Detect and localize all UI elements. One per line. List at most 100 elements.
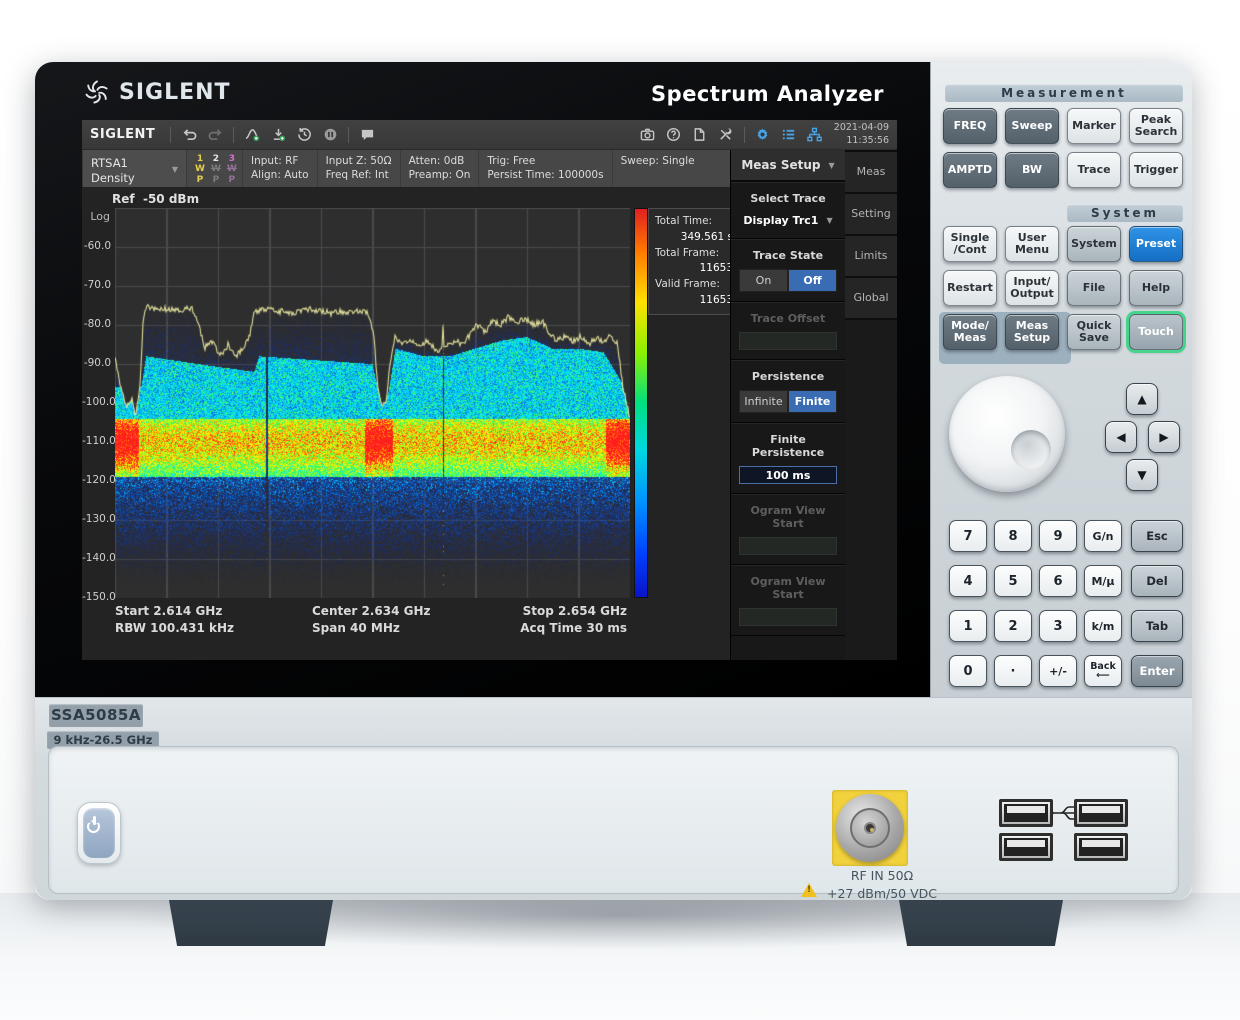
enter-key[interactable]: Enter <box>1131 655 1183 687</box>
del-key[interactable]: Del <box>1131 565 1183 597</box>
date-text: 2021-04-09 <box>834 122 889 134</box>
tab-limits[interactable]: Limits <box>845 236 897 276</box>
undo-icon[interactable] <box>176 125 202 145</box>
mode-meas-button[interactable]: Mode/ Meas <box>943 314 997 350</box>
key-5[interactable]: 5 <box>994 565 1032 597</box>
tools-icon[interactable] <box>713 125 739 145</box>
key-g-n[interactable]: G/n <box>1084 520 1122 552</box>
system-button[interactable]: System <box>1067 226 1121 262</box>
finite-persistence-label: Finite Persistence <box>737 429 839 463</box>
amptd-button[interactable]: AMPTD <box>943 152 997 188</box>
rotary-knob[interactable] <box>949 376 1065 492</box>
single-cont-button[interactable]: Single /Cont <box>943 226 997 262</box>
siglent-logo-text: SIGLENT <box>119 80 231 105</box>
preset-button[interactable]: Preset <box>1129 226 1183 262</box>
tab-global[interactable]: Global <box>845 278 897 318</box>
power-button-face <box>83 808 115 858</box>
add-trace-icon[interactable] <box>239 125 265 145</box>
lcd-screen: SIGLENT <box>82 120 897 660</box>
arrow-left-key[interactable]: ◀ <box>1105 421 1137 453</box>
touch-button[interactable]: Touch <box>1129 314 1183 350</box>
acq-time-value: Acq Time 30 ms <box>520 621 627 635</box>
chevron-down-icon: ▼ <box>829 161 835 170</box>
quick-save-button[interactable]: Quick Save <box>1067 314 1121 350</box>
help-icon[interactable] <box>661 125 687 145</box>
list-menu-icon[interactable] <box>776 125 802 145</box>
bw-button[interactable]: BW <box>1005 152 1059 188</box>
product-photo: SIGLENT Spectrum Analyzer SIGLENT <box>0 0 1240 1020</box>
menu-header[interactable]: Meas Setup▼ <box>731 150 845 182</box>
usb-port[interactable] <box>1074 799 1128 827</box>
key-2[interactable]: 2 <box>994 610 1032 642</box>
meas-setup-button[interactable]: Meas Setup <box>1005 314 1059 350</box>
key-m-u[interactable]: M/µ <box>1084 565 1122 597</box>
trigger-button[interactable]: Trigger <box>1129 152 1183 188</box>
add-marker-icon[interactable] <box>265 125 291 145</box>
arrow-right-key[interactable]: ▶ <box>1148 421 1180 453</box>
trace-offset-field <box>739 332 837 350</box>
backspace-key[interactable]: Back ⟵ <box>1084 655 1122 687</box>
finite-persistence-input[interactable]: 100 ms <box>739 466 837 484</box>
usb-port[interactable] <box>1074 833 1128 861</box>
key-4[interactable]: 4 <box>949 565 987 597</box>
persistence-infinite[interactable]: Infinite <box>739 390 788 413</box>
tab-meas[interactable]: Meas <box>845 152 897 192</box>
tab-key[interactable]: Tab <box>1131 610 1183 642</box>
input-output-button[interactable]: Input/ Output <box>1005 270 1059 306</box>
history-icon[interactable] <box>291 125 317 145</box>
camera-icon[interactable] <box>635 125 661 145</box>
message-icon[interactable] <box>354 125 380 145</box>
trace-indicators[interactable]: 1 W P 2 W P 3 W P <box>186 150 242 187</box>
usb-port[interactable] <box>999 833 1053 861</box>
power-button[interactable] <box>77 802 121 864</box>
select-trace-dropdown[interactable]: Display Trc1▼ <box>737 209 839 232</box>
settings-gear-icon[interactable] <box>750 125 776 145</box>
status-field-sweep: Sweep: Single <box>612 150 730 187</box>
mode-selector[interactable]: RTSA1 Density ▼ <box>82 150 186 187</box>
redo-icon[interactable] <box>202 125 228 145</box>
restart-button[interactable]: Restart <box>943 270 997 306</box>
trace-state-on[interactable]: On <box>739 269 788 292</box>
trace-button[interactable]: Trace <box>1067 152 1121 188</box>
arrow-down-key[interactable]: ▼ <box>1126 459 1158 491</box>
file-icon[interactable] <box>687 125 713 145</box>
screen-bezel: SIGLENT Spectrum Analyzer SIGLENT <box>35 62 930 697</box>
pause-icon[interactable] <box>317 125 343 145</box>
key-1[interactable]: 1 <box>949 610 987 642</box>
tab-column-filler <box>845 320 897 660</box>
key-6[interactable]: 6 <box>1039 565 1077 597</box>
key-dot[interactable]: · <box>994 655 1032 687</box>
key-3[interactable]: 3 <box>1039 610 1077 642</box>
help-button[interactable]: Help <box>1129 270 1183 306</box>
trace-state-off[interactable]: Off <box>788 269 837 292</box>
file-button[interactable]: File <box>1067 270 1121 306</box>
arrow-up-key[interactable]: ▲ <box>1126 383 1158 415</box>
key-7[interactable]: 7 <box>949 520 987 552</box>
key-0[interactable]: 0 <box>949 655 987 687</box>
marker-button[interactable]: Marker <box>1067 108 1121 144</box>
numeric-keypad: 7 8 9 G/n 4 5 6 M/µ 1 2 3 k/m 0 · +/- Ba… <box>949 520 1122 687</box>
key-8[interactable]: 8 <box>994 520 1032 552</box>
tab-setting[interactable]: Setting <box>845 194 897 234</box>
freq-button[interactable]: FREQ <box>943 108 997 144</box>
usb-port[interactable] <box>999 799 1053 827</box>
total-time-label: Total Time: <box>655 214 733 230</box>
mode-view: Density <box>91 171 135 185</box>
status-field-atten: Atten: 0dBPreamp: On <box>400 150 479 187</box>
ogram-view-start-block-2: Ogram View Start <box>731 565 845 636</box>
key-9[interactable]: 9 <box>1039 520 1077 552</box>
device-foot-right <box>893 896 1069 946</box>
rf-input-connector[interactable] <box>832 790 908 866</box>
persistence-label: Persistence <box>737 366 839 387</box>
key-plus-minus[interactable]: +/- <box>1039 655 1077 687</box>
sweep-button[interactable]: Sweep <box>1005 108 1059 144</box>
finite-persistence-block: Finite Persistence 100 ms <box>731 423 845 494</box>
network-lan-icon[interactable] <box>802 125 828 145</box>
persistence-finite[interactable]: Finite <box>788 390 837 413</box>
trace-state-toggle: On Off <box>739 269 837 292</box>
esc-key[interactable]: Esc <box>1131 520 1183 552</box>
system-group-header: System <box>1067 204 1183 222</box>
user-menu-button[interactable]: User Menu <box>1005 226 1059 262</box>
key-k-m[interactable]: k/m <box>1084 610 1122 642</box>
peak-search-button[interactable]: Peak Search <box>1129 108 1183 144</box>
